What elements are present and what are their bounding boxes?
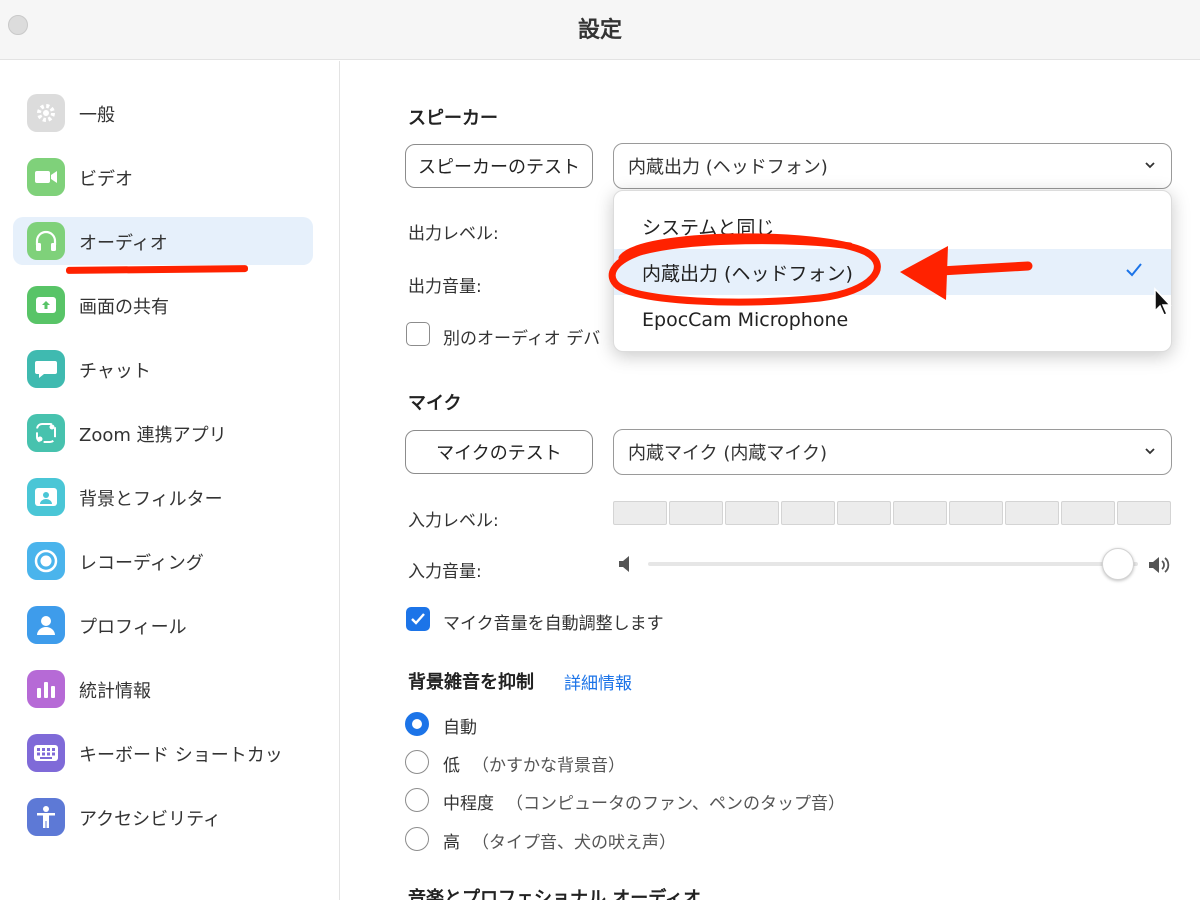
input-level-segment	[893, 501, 947, 525]
sidebar-item-label: Zoom 連携アプリ	[79, 425, 227, 446]
sidebar-item-recording[interactable]: レコーディング	[13, 537, 313, 585]
sidebar-item-label: プロフィール	[79, 617, 187, 638]
speaker-device-select[interactable]: 内蔵出力 (ヘッドフォン)	[613, 143, 1172, 189]
sidebar-item-label: アクセシビリティ	[79, 809, 222, 830]
details-link[interactable]: 詳細情報	[564, 669, 632, 694]
sidebar-item-profile[interactable]: プロフィール	[13, 601, 313, 649]
dropdown-option-label: 内蔵出力 (ヘッドフォン)	[642, 262, 853, 285]
noise-option-high-radio[interactable]	[405, 827, 429, 851]
sidebar-item-background-filters[interactable]: 背景とフィルター	[13, 473, 313, 521]
settings-sidebar: 一般 ビデオ オーディオ 画面の共有 チャット Zoom 連携アプリ 背景とフィ…	[0, 61, 340, 900]
video-camera-icon	[27, 158, 65, 196]
sidebar-item-label: チャット	[79, 361, 151, 382]
auto-adjust-mic-label: マイク音量を自動調整します	[443, 614, 664, 634]
sidebar-item-keyboard-shortcuts[interactable]: キーボード ショートカッ	[13, 729, 313, 777]
separate-audio-device-checkbox[interactable]	[406, 322, 430, 346]
output-volume-label: 出力音量:	[408, 277, 482, 297]
mic-heading: マイク	[408, 393, 462, 414]
sidebar-item-label: ビデオ	[79, 169, 133, 190]
auto-adjust-mic-checkbox[interactable]	[406, 607, 430, 631]
output-level-label: 出力レベル:	[408, 224, 499, 244]
music-pro-audio-heading: 音楽とプロフェショナル オーディオ	[408, 888, 702, 900]
sidebar-item-statistics[interactable]: 統計情報	[13, 665, 313, 713]
sidebar-item-label: レコーディング	[79, 553, 204, 574]
input-level-segment	[1117, 501, 1171, 525]
title-bar: 設定	[0, 0, 1200, 60]
accessibility-icon	[27, 798, 65, 836]
chevron-down-icon	[1143, 156, 1157, 177]
mouse-cursor-icon	[1154, 287, 1172, 316]
speaker-device-dropdown: システムと同じ 内蔵出力 (ヘッドフォン) EpocCam Microphone	[613, 190, 1172, 352]
test-mic-button[interactable]: マイクのテスト	[405, 430, 593, 474]
separate-audio-device-label: 別のオーディオ デバ	[443, 329, 601, 349]
headphones-icon	[27, 222, 65, 260]
dropdown-option-label: システムと同じ	[642, 216, 775, 239]
sidebar-item-chat[interactable]: チャット	[13, 345, 313, 393]
sidebar-item-label: 画面の共有	[79, 297, 169, 318]
sidebar-item-general[interactable]: 一般	[13, 89, 313, 137]
profile-icon	[27, 606, 65, 644]
input-level-segment	[1061, 501, 1115, 525]
record-icon	[27, 542, 65, 580]
apps-icon	[27, 414, 65, 452]
noise-option-hint: （タイプ音、犬の吠え声）	[472, 833, 676, 853]
noise-option-low-radio[interactable]	[405, 750, 429, 774]
input-level-segment	[837, 501, 891, 525]
keyboard-icon	[27, 734, 65, 772]
gear-icon	[27, 94, 65, 132]
sidebar-item-label: オーディオ	[79, 233, 168, 254]
background-person-icon	[27, 478, 65, 516]
noise-option-label: 低	[443, 756, 460, 776]
sidebar-item-audio[interactable]: オーディオ	[13, 217, 313, 265]
window-title: 設定	[577, 18, 622, 43]
sidebar-item-label: キーボード ショートカッ	[79, 745, 283, 766]
statistics-icon	[27, 670, 65, 708]
input-level-segment	[949, 501, 1003, 525]
sidebar-item-share-screen[interactable]: 画面の共有	[13, 281, 313, 329]
speaker-heading: スピーカー	[408, 108, 498, 129]
test-speaker-button[interactable]: スピーカーのテスト	[405, 144, 593, 188]
share-screen-icon	[27, 286, 65, 324]
speaker-device-value: 内蔵出力 (ヘッドフォン)	[628, 157, 828, 178]
noise-option-medium-radio[interactable]	[405, 788, 429, 812]
noise-option-hint: （コンピュータのファン、ペンのタップ音）	[506, 794, 845, 814]
volume-low-icon	[618, 555, 634, 577]
sidebar-item-accessibility[interactable]: アクセシビリティ	[13, 793, 313, 841]
input-level-segment	[725, 501, 779, 525]
sidebar-item-label: 一般	[79, 105, 115, 126]
dropdown-option-same-as-system[interactable]: システムと同じ	[614, 203, 1171, 249]
dropdown-option-builtin-headphones[interactable]: 内蔵出力 (ヘッドフォン)	[614, 249, 1171, 295]
mic-device-value: 内蔵マイク (内蔵マイク)	[628, 443, 828, 464]
dropdown-option-epoccam[interactable]: EpocCam Microphone	[614, 297, 1171, 343]
sidebar-item-zoom-apps[interactable]: Zoom 連携アプリ	[13, 409, 313, 457]
noise-suppression-heading: 背景雑音を抑制	[408, 672, 534, 693]
checkmark-icon	[1125, 261, 1143, 283]
dropdown-option-label: EpocCam Microphone	[642, 309, 849, 331]
checkmark-icon	[411, 613, 425, 625]
input-level-segment	[1005, 501, 1059, 525]
sidebar-item-video[interactable]: ビデオ	[13, 153, 313, 201]
sidebar-item-label: 統計情報	[79, 681, 151, 702]
volume-high-icon	[1148, 555, 1174, 579]
chat-bubble-icon	[27, 350, 65, 388]
input-level-label: 入力レベル:	[408, 511, 499, 531]
input-level-meter	[613, 501, 1171, 525]
mic-device-select[interactable]: 内蔵マイク (内蔵マイク)	[613, 429, 1172, 475]
input-volume-slider[interactable]	[648, 562, 1138, 566]
input-level-segment	[669, 501, 723, 525]
input-level-segment	[613, 501, 667, 525]
input-volume-label: 入力音量:	[408, 562, 482, 582]
sidebar-item-label: 背景とフィルター	[79, 489, 223, 510]
noise-option-label: 自動	[443, 718, 477, 738]
noise-option-label: 高	[443, 833, 460, 853]
input-level-segment	[781, 501, 835, 525]
noise-option-auto-radio[interactable]	[405, 712, 429, 736]
chevron-down-icon	[1143, 442, 1157, 463]
noise-option-hint: （かすかな背景音）	[472, 756, 625, 776]
noise-option-label: 中程度	[443, 794, 494, 814]
